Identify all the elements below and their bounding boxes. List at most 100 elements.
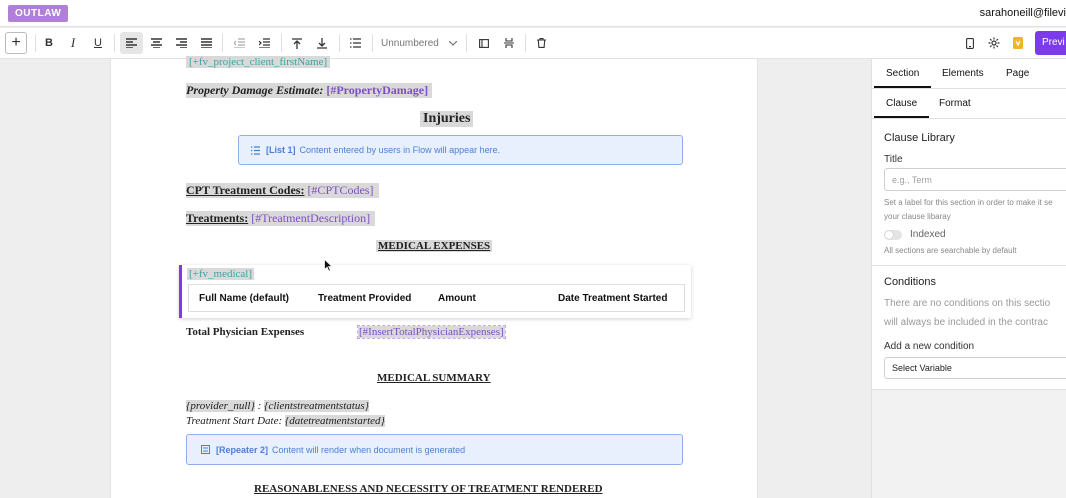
start-date-variable[interactable]: {datetreatmentstarted} (284, 415, 385, 427)
tab-elements[interactable]: Elements (942, 68, 984, 79)
page-break-icon (504, 38, 514, 48)
cpt-codes-variable[interactable]: [#CPTCodes] (307, 183, 373, 197)
medical-table-header: Full Name (default) Treatment Provided A… (188, 284, 685, 312)
variable-badge-icon (1013, 37, 1023, 49)
trash-icon (536, 38, 546, 48)
panel-tabs: Section Elements Page (872, 59, 1066, 89)
editor-toolbar: + B I U Unnumbered Previ (0, 28, 1066, 59)
indent-icon (258, 38, 270, 48)
repeater-icon (201, 445, 210, 454)
subtab-format[interactable]: Format (939, 98, 971, 109)
page-break-button[interactable] (499, 32, 519, 54)
arrow-up-icon (292, 37, 302, 49)
property-damage-variable[interactable]: [#PropertyDamage] (326, 83, 428, 97)
column-button[interactable] (474, 32, 494, 54)
outdent-button[interactable] (229, 32, 249, 54)
align-center-icon (150, 38, 162, 48)
panel-divider (872, 265, 1066, 266)
tab-page[interactable]: Page (1006, 68, 1029, 79)
clause-library-title: Clause Library (884, 132, 955, 144)
outdent-icon (233, 38, 245, 48)
start-date-label: Treatment Start Date: (186, 415, 283, 427)
subtab-clause[interactable]: Clause (873, 98, 930, 118)
align-left-icon (126, 38, 137, 48)
document-page[interactable]: [+fv_project_client_firstName] Property … (110, 56, 758, 498)
panel-footer-area (872, 389, 1066, 498)
indexed-toggle[interactable] (884, 230, 902, 240)
preview-button[interactable]: Previ (1035, 31, 1066, 55)
bullet-list-icon (349, 38, 361, 48)
mobile-view-button[interactable] (960, 32, 980, 54)
align-center-button[interactable] (146, 32, 166, 54)
total-physician-variable[interactable]: [#InsertTotalPhysicianExpenses] (357, 325, 506, 339)
medical-expenses-heading[interactable]: MEDICAL EXPENSES (376, 240, 493, 252)
bold-button[interactable]: B (40, 32, 58, 54)
top-bar: OUTLAW sarahoneill@filevi (0, 0, 1066, 27)
repeater-block[interactable]: [Repeater 2] Content will render when do… (186, 434, 683, 465)
list-block[interactable]: [List 1] Content entered by users in Flo… (238, 135, 683, 165)
treatments-label: Treatments: (186, 211, 249, 225)
variables-button[interactable] (1008, 32, 1028, 54)
status-variable[interactable]: {clientstreatmentstatus} (264, 400, 369, 412)
medical-table-block[interactable]: [+fv_medical] Full Name (default) Treatm… (179, 265, 691, 318)
app-logo[interactable]: OUTLAW (8, 5, 69, 22)
arrow-down-icon (317, 37, 327, 49)
delete-button[interactable] (531, 32, 551, 54)
cpt-codes-line[interactable]: CPT Treatment Codes: [#CPTCodes] (186, 183, 380, 198)
title-label: Title (884, 154, 903, 165)
mouse-cursor-icon (324, 259, 333, 272)
property-damage-label: Property Damage Estimate: (186, 83, 324, 97)
add-button[interactable]: + (5, 32, 27, 54)
align-right-button[interactable] (171, 32, 191, 54)
client-firstname-variable[interactable]: [+fv_project_client_firstName] (186, 56, 331, 68)
move-down-button[interactable] (312, 32, 332, 54)
total-physician-label: Total Physician Expenses (186, 326, 305, 338)
treatments-line[interactable]: Treatments: [#TreatmentDescription] (186, 211, 376, 226)
list-block-tag: [List 1] (266, 145, 296, 155)
toolbar-divider (372, 34, 373, 52)
medical-summary-heading: MEDICAL SUMMARY (377, 372, 491, 384)
user-email[interactable]: sarahoneill@filevi (980, 7, 1066, 19)
underline-button[interactable]: U (89, 32, 107, 54)
device-icon (966, 37, 974, 49)
conditions-title: Conditions (884, 276, 936, 288)
list-block-text: Content entered by users in Flow will ap… (299, 145, 501, 155)
title-input[interactable] (884, 168, 1066, 191)
move-up-button[interactable] (287, 32, 307, 54)
chevron-down-icon (449, 40, 457, 46)
table-header-cell[interactable]: Treatment Provided (318, 293, 411, 304)
table-header-cell[interactable]: Amount (438, 293, 476, 304)
list-button[interactable] (345, 32, 365, 54)
injuries-heading[interactable]: Injuries (420, 111, 474, 127)
settings-button[interactable] (984, 32, 1004, 54)
toolbar-divider (222, 34, 223, 52)
table-header-cell[interactable]: Full Name (default) (199, 293, 289, 304)
provider-status-line[interactable]: {provider_null} : {clientstreatmentstatu… (186, 400, 369, 412)
medical-variable[interactable]: [+fv_medical] (187, 268, 255, 280)
conditions-text-line-2: will always be included in the contrac (884, 317, 1048, 328)
start-date-line[interactable]: Treatment Start Date: {datetreatmentstar… (186, 415, 385, 427)
numbering-value: Unnumbered (381, 37, 439, 49)
title-hint-line-2: your clause libaray (884, 212, 951, 221)
columns-icon (479, 38, 489, 48)
align-justify-button[interactable] (196, 32, 216, 54)
list-icon (251, 145, 260, 155)
provider-variable[interactable]: {provider_null} (186, 400, 255, 412)
property-damage-line[interactable]: Property Damage Estimate: [#PropertyDama… (186, 83, 433, 98)
select-variable-dropdown[interactable]: Select Variable (884, 357, 1066, 379)
toolbar-divider (525, 34, 526, 52)
panel-subtabs: Clause Format (872, 89, 1066, 119)
numbering-dropdown[interactable]: Unnumbered (381, 32, 457, 54)
conditions-text-line-1: There are no conditions on this sectio (884, 298, 1051, 309)
align-left-button[interactable] (120, 32, 143, 54)
indent-button[interactable] (254, 32, 274, 54)
gear-icon (988, 37, 1000, 49)
title-hint-line-1: Set a label for this section in order to… (884, 198, 1053, 207)
repeater-block-tag: [Repeater 2] (216, 444, 269, 455)
treatments-variable[interactable]: [#TreatmentDescription] (251, 211, 370, 225)
cpt-codes-label: CPT Treatment Codes: (186, 183, 305, 197)
table-header-cell[interactable]: Date Treatment Started (558, 293, 667, 304)
toolbar-divider (114, 34, 115, 52)
tab-section[interactable]: Section (873, 68, 932, 88)
italic-button[interactable]: I (64, 32, 82, 54)
